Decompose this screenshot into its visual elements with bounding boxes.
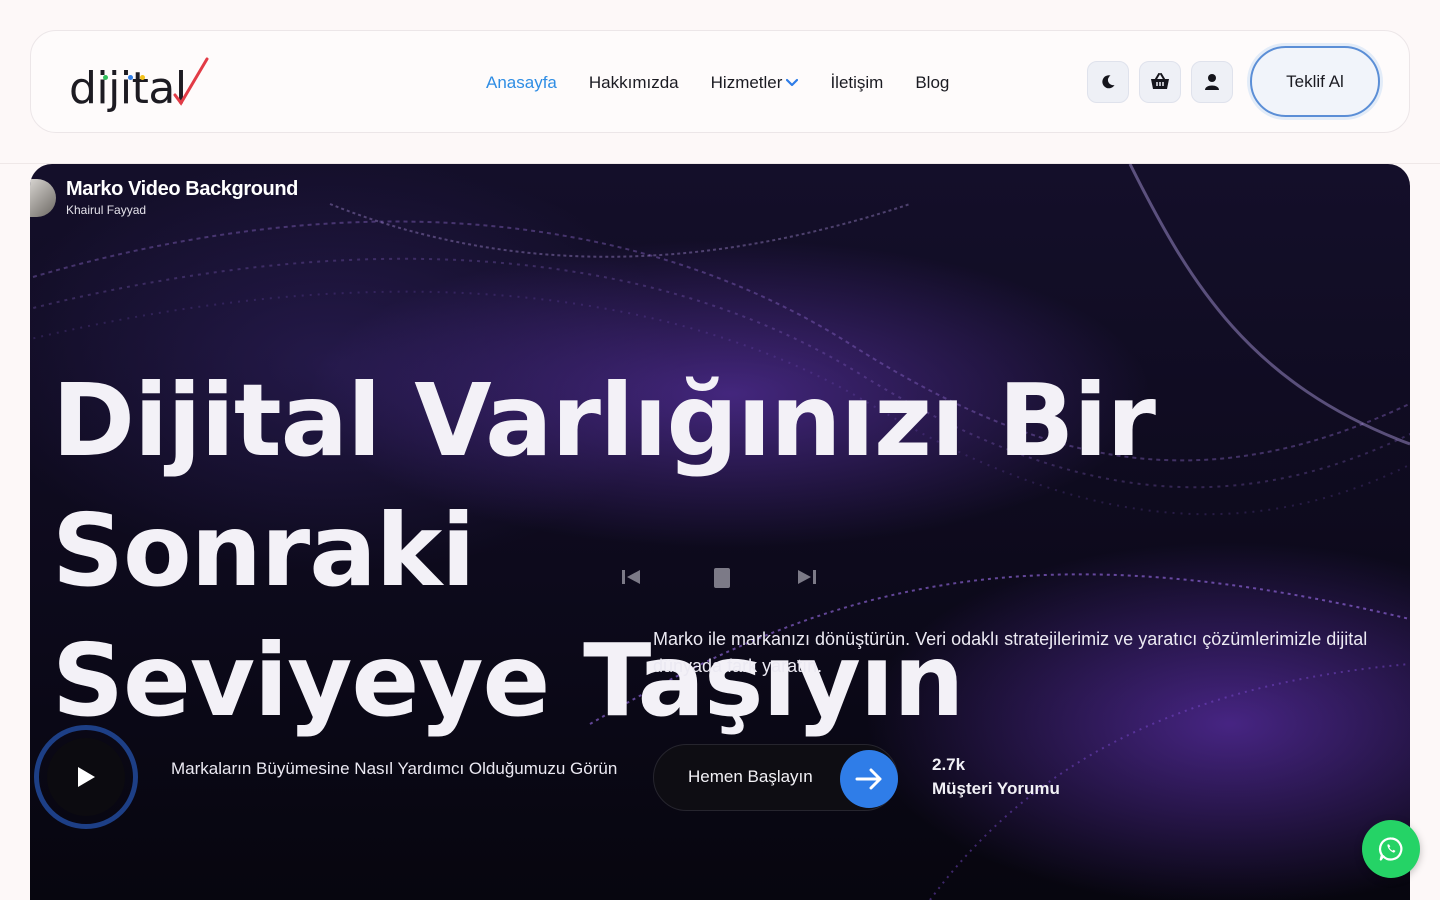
video-info[interactable]: Marko Video Background Khairul Fayyad [30,178,298,217]
play-button-inner [47,738,125,816]
logo-dot-green [103,75,108,80]
dark-mode-button[interactable] [1087,61,1129,103]
hero-headline: Dijital Varlığınızı Bir Sonraki Seviyeye… [52,356,1392,746]
get-started-label: Hemen Başlayın [688,767,813,786]
quote-button[interactable]: Teklif Al [1250,46,1380,117]
whatsapp-button[interactable] [1362,820,1420,878]
nav-item-iletisim[interactable]: İletişim [830,73,883,93]
header-bar: dijital Anasayfa Hakkımızda Hizmetler İl… [30,30,1410,133]
site-header: dijital Anasayfa Hakkımızda Hizmetler İl… [0,0,1440,164]
video-play-button[interactable] [34,725,138,829]
nav-item-hakkimizda[interactable]: Hakkımızda [589,73,679,93]
chevron-down-icon [786,78,799,87]
logo[interactable]: dijital [69,55,209,111]
logo-dot-blue [128,75,133,80]
logo-check-icon [173,57,209,106]
moon-icon [1102,75,1115,89]
hero-headline-line1: Dijital Varlığınızı Bir Sonraki [52,362,1156,609]
cart-button[interactable] [1139,61,1181,103]
review-count: 2.7k [932,755,966,774]
channel-avatar[interactable] [30,178,56,217]
basket-icon [1151,73,1169,89]
play-video-label[interactable]: Markaların Büyümesine Nasıl Yardımcı Old… [171,759,617,779]
hero-video-section: Marko Video Background Khairul Fayyad Di… [30,164,1410,900]
get-started-button[interactable]: Hemen Başlayın [653,744,898,811]
arrow-right-icon [855,768,882,790]
play-icon [78,767,95,787]
logo-dot-yellow [140,75,145,80]
arrow-right-circle [840,750,898,808]
video-title[interactable]: Marko Video Background [66,178,298,201]
nav-item-hizmetler[interactable]: Hizmetler [711,73,799,93]
account-button[interactable] [1191,61,1233,103]
nav-item-hizmetler-label: Hizmetler [710,73,783,92]
nav-item-anasayfa[interactable]: Anasayfa [486,73,557,93]
user-icon [1205,74,1219,90]
review-label: Müşteri Yorumu [932,779,1060,798]
hero-description: Marko ile markanızı dönüştürün. Veri oda… [653,629,1368,676]
main-nav: Anasayfa Hakkımızda Hizmetler İletişim B… [486,71,981,95]
nav-item-blog[interactable]: Blog [915,73,949,93]
video-author[interactable]: Khairul Fayyad [66,203,298,217]
whatsapp-icon [1378,837,1403,861]
